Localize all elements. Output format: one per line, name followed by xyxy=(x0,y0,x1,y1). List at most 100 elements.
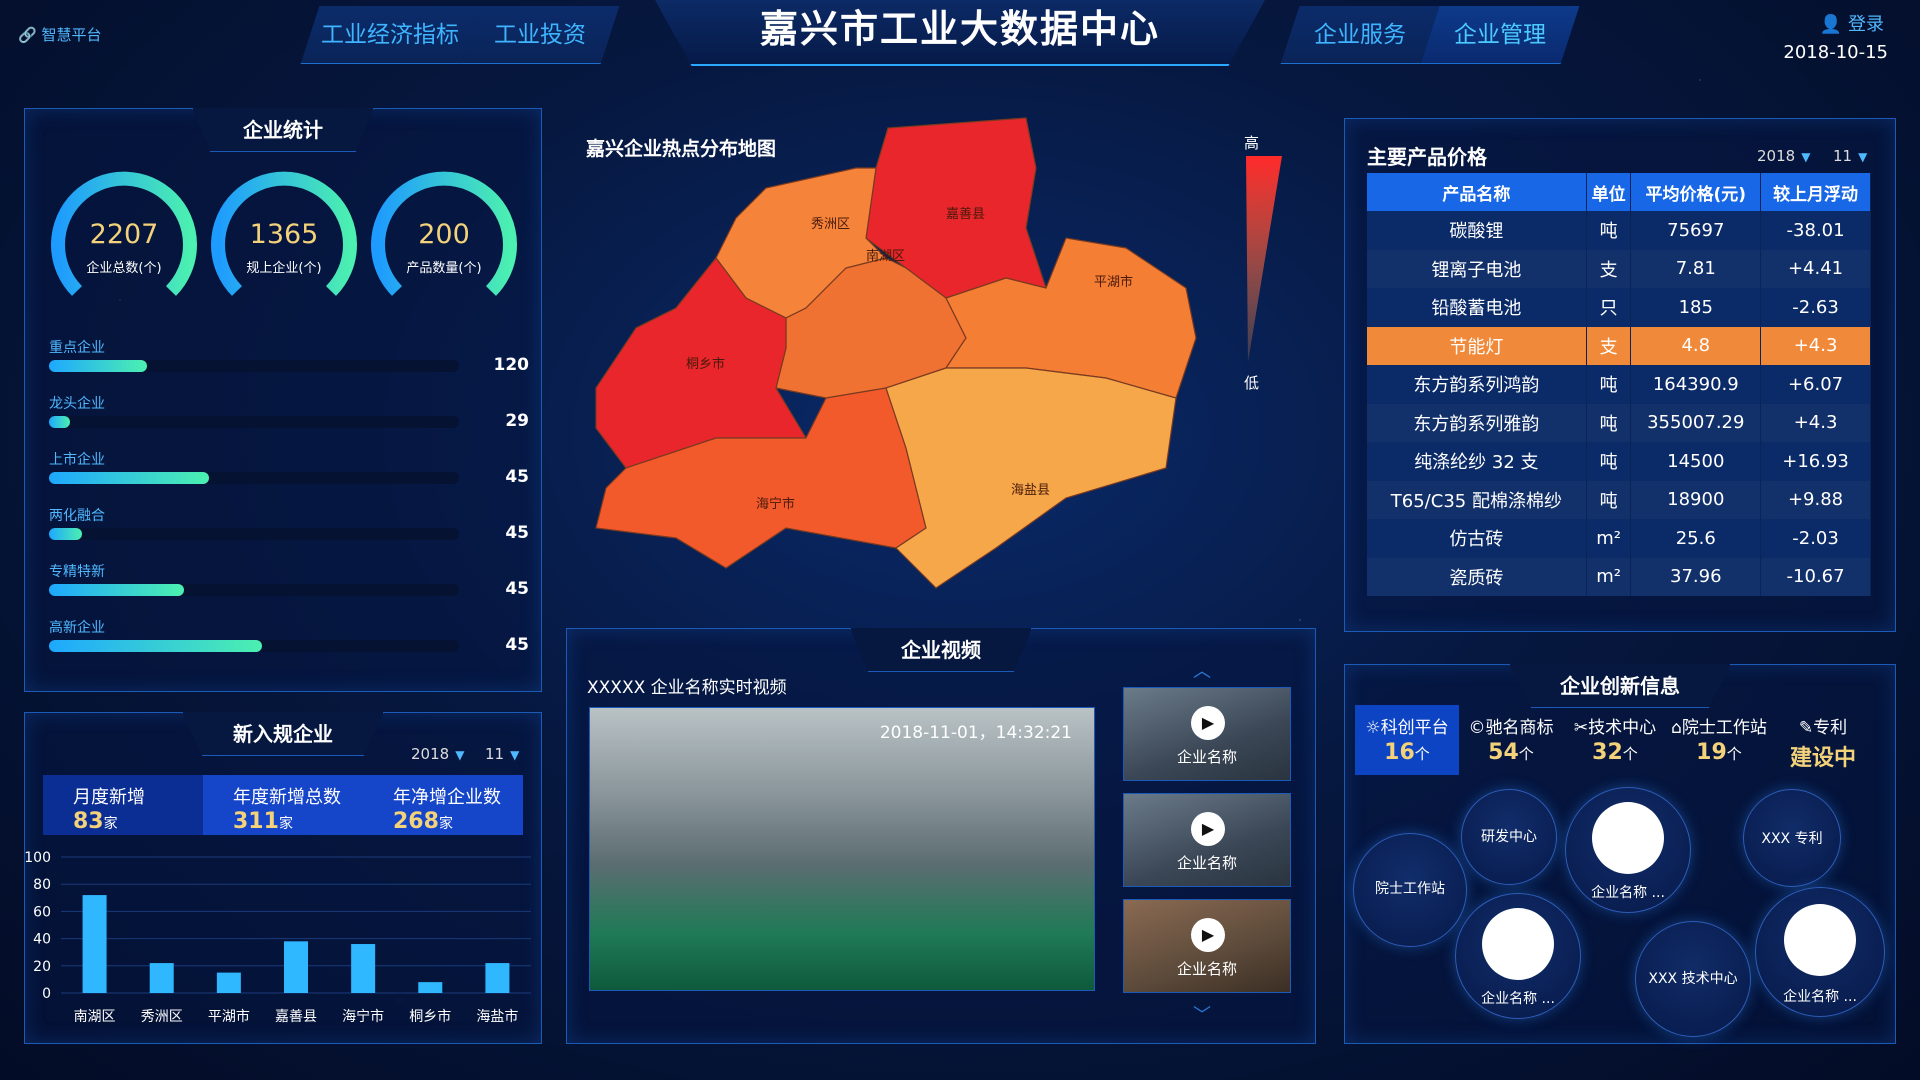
progress-fill xyxy=(49,528,82,540)
column-header: 较上月浮动 xyxy=(1760,173,1871,211)
column-header: 单位 xyxy=(1586,173,1632,211)
bubble-patent[interactable]: XXX 专利 xyxy=(1743,789,1841,887)
bubble-rd-center[interactable]: 研发中心 xyxy=(1461,789,1557,885)
region-label: 南湖区 xyxy=(866,248,905,264)
x-tick-label: 南湖区 xyxy=(74,1009,116,1025)
table-cell: 75697 xyxy=(1630,211,1762,250)
progress-track xyxy=(49,416,459,428)
video-thumbnail[interactable]: ▶ 企业名称 xyxy=(1123,687,1291,781)
table-cell: 瓷质砖 xyxy=(1367,557,1587,596)
table-cell: 仿古砖 xyxy=(1367,519,1587,558)
bar[interactable] xyxy=(216,972,241,993)
column-header: 平均价格(元) xyxy=(1630,173,1762,211)
table-row[interactable]: T65/C35 配棉涤棉纱吨 18900 +9.88 xyxy=(1367,480,1871,519)
play-icon: ▶ xyxy=(1191,706,1225,740)
chevron-down-icon: ▼ xyxy=(510,748,520,762)
table-cell: 支 xyxy=(1586,326,1632,365)
table-cell: 164390.9 xyxy=(1630,365,1762,404)
bubble-tech-center[interactable]: XXX 技术中心 xyxy=(1635,921,1751,1037)
x-tick-label: 海盐市 xyxy=(476,1008,518,1025)
year-select[interactable]: 2018 ▼ xyxy=(411,745,464,763)
table-cell: +6.07 xyxy=(1760,365,1871,404)
progress-label: 龙头企业 xyxy=(49,396,105,412)
table-cell: 吨 xyxy=(1586,403,1632,442)
table-cell: 185 xyxy=(1630,288,1762,327)
region-label: 秀洲区 xyxy=(811,217,850,232)
header: 🔗 智慧平台 工业经济指标 工业投资 嘉兴市工业大数据中心 企业服务 企业管理 … xyxy=(0,0,1920,86)
innovation-tab[interactable]: ☼科创平台 16个 xyxy=(1355,705,1459,775)
table-row[interactable]: 东方韵系列雅韵吨 355007.29 +4.3 xyxy=(1367,403,1871,442)
column-header: 产品名称 xyxy=(1367,173,1587,211)
enterprise-video-panel: 企业视频 XXXXX 企业名称实时视频 2018-11-01，14:32:21 … xyxy=(566,628,1316,1044)
region-label: 海盐县 xyxy=(1011,483,1050,498)
year-select[interactable]: 2018 ▼ xyxy=(1757,147,1810,165)
table-row[interactable]: 碳酸锂吨 75697 -38.01 xyxy=(1367,211,1871,250)
login-button[interactable]: 👤 登录 xyxy=(1820,10,1884,36)
table-row[interactable]: 东方韵系列鸿韵吨 164390.9 +6.07 xyxy=(1367,365,1871,404)
video-thumbnail[interactable]: ▶ 企业名称 xyxy=(1123,793,1291,887)
table-cell: 355007.29 xyxy=(1630,403,1762,442)
nav-tab-industrial-economy[interactable]: 工业经济指标 xyxy=(300,6,480,64)
region-label: 平湖市 xyxy=(1094,274,1133,290)
brand[interactable]: 🔗 智慧平台 xyxy=(18,24,101,45)
bar[interactable] xyxy=(351,944,376,993)
bubble-enterprise[interactable]: 企业名称 ... xyxy=(1755,887,1885,1017)
progress-row: 专精特新 45 xyxy=(49,561,529,601)
progress-fill xyxy=(49,360,148,372)
bar[interactable] xyxy=(82,895,107,993)
table-cell: +4.41 xyxy=(1760,249,1871,288)
panel-title: 新入规企业 xyxy=(182,712,384,756)
progress-row: 高新企业 45 xyxy=(49,617,529,657)
progress-row: 龙头企业 29 xyxy=(49,393,529,433)
nav-tab-industrial-investment[interactable]: 工业投资 xyxy=(460,6,620,64)
y-tick-label: 80 xyxy=(33,877,51,893)
innovation-tab[interactable]: ⌂院士工作站 19个 xyxy=(1667,705,1771,775)
table-row[interactable]: 铅酸蓄电池只 185 -2.63 xyxy=(1367,288,1871,327)
table-cell: m² xyxy=(1586,557,1632,596)
innovation-tab[interactable]: ©驰名商标 54个 xyxy=(1459,705,1563,775)
main-video-player[interactable]: 2018-11-01，14:32:21 xyxy=(589,707,1095,991)
bubble-enterprise[interactable]: 企业名称 ... xyxy=(1565,787,1691,913)
table-cell: 东方韵系列雅韵 xyxy=(1367,403,1587,442)
table-cell: -2.63 xyxy=(1760,288,1871,327)
progress-value: 45 xyxy=(505,635,529,655)
x-tick-label: 秀洲区 xyxy=(141,1009,183,1025)
table-row[interactable]: 纯涤纶纱 32 支吨 14500 +16.93 xyxy=(1367,442,1871,481)
x-tick-label: 海宁市 xyxy=(342,1008,384,1025)
table-row[interactable]: 仿古砖 m² 25.6 -2.03 xyxy=(1367,519,1871,558)
video-thumbnail[interactable]: ▶ 企业名称 xyxy=(1123,899,1291,993)
progress-label: 两化融合 xyxy=(49,508,105,524)
innovation-tab[interactable]: ✂技术中心 32个 xyxy=(1563,705,1667,775)
nav-tab-enterprise-service[interactable]: 企业服务 xyxy=(1280,6,1440,64)
bar[interactable] xyxy=(485,963,510,993)
month-select[interactable]: 11 ▼ xyxy=(1833,147,1867,165)
nav-tab-enterprise-management[interactable]: 企业管理 xyxy=(1420,6,1580,64)
innovation-tab[interactable]: ✎专利 建设中 xyxy=(1771,705,1875,775)
bar[interactable] xyxy=(418,982,443,993)
progress-fill xyxy=(49,584,185,596)
table-cell: 支 xyxy=(1586,249,1632,288)
bubble-enterprise[interactable]: 企业名称 ... xyxy=(1455,893,1581,1019)
panel-title: 主要产品价格 xyxy=(1367,145,1487,169)
company-logo xyxy=(1784,904,1856,976)
new-enterprise-summary: 月度新增 83家 年度新增总数 311家 年净增企业数 268家 xyxy=(43,775,523,835)
chevron-down-icon: ▼ xyxy=(455,748,465,762)
chevron-down-icon[interactable]: ﹀ xyxy=(1193,1001,1211,1027)
progress-track xyxy=(49,360,459,372)
region-haiyan[interactable] xyxy=(885,367,1177,589)
price-table: 产品名称 单位 平均价格(元) 较上月浮动 碳酸锂吨 75697 -38.01 锂离子电池支… xyxy=(1367,173,1871,596)
bar[interactable] xyxy=(284,941,308,993)
table-cell: 4.8 xyxy=(1630,326,1762,365)
bar[interactable] xyxy=(149,963,174,993)
table-row[interactable]: 节能灯支 4.8 +4.3 xyxy=(1367,326,1871,365)
table-row[interactable]: 锂离子电池支 7.81 +4.41 xyxy=(1367,249,1871,288)
bubble-academician[interactable]: 院士工作站 xyxy=(1353,833,1467,947)
table-row[interactable]: 瓷质砖 m² 37.96 -10.67 xyxy=(1367,557,1871,596)
company-logo xyxy=(1482,908,1554,980)
month-select[interactable]: 11 ▼ xyxy=(485,745,519,763)
heat-map-area: 嘉兴企业热点分布地图 嘉善县 秀洲区 南湖区 平湖市 桐乡市 海宁市 海盐县 高… xyxy=(566,108,1318,620)
table-cell: 碳酸锂 xyxy=(1367,211,1587,250)
copyright-icon: © xyxy=(1468,718,1486,738)
chevron-up-icon[interactable]: ︿ xyxy=(1193,657,1211,683)
table-cell: 节能灯 xyxy=(1367,326,1587,365)
